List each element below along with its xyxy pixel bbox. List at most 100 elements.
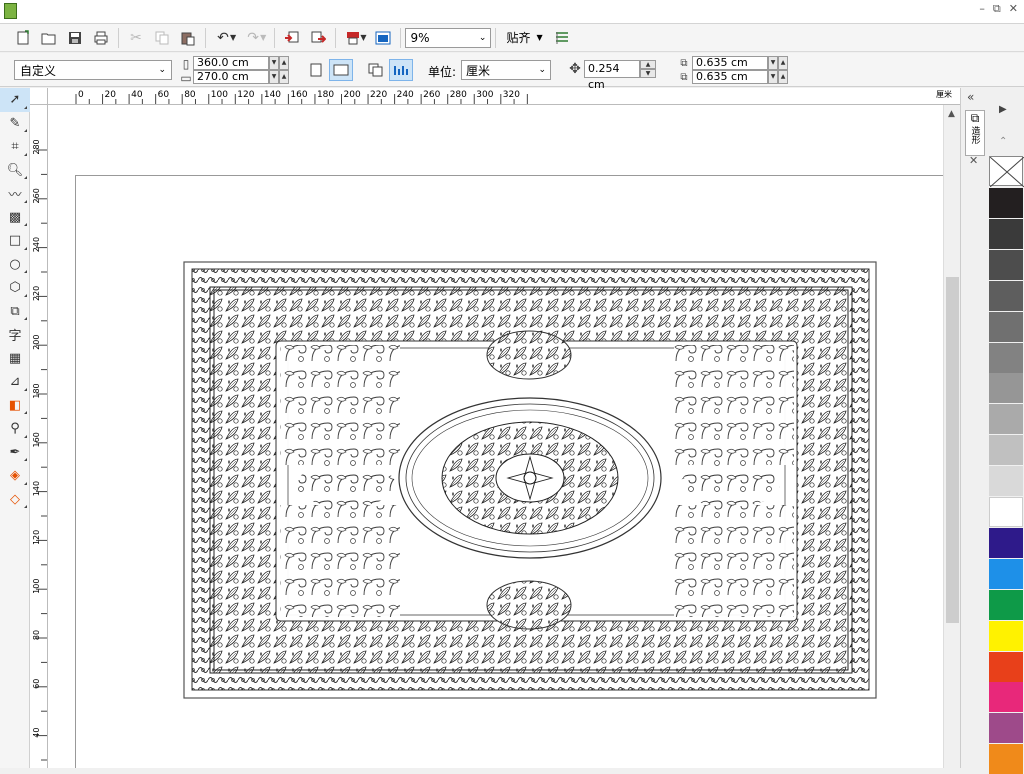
shaping-docker-tab[interactable]: ⧉ 造形 xyxy=(965,110,985,156)
carpet-artwork[interactable] xyxy=(48,105,943,768)
width-spinner-down-icon[interactable]: ▼ xyxy=(269,56,279,70)
color-swatch[interactable] xyxy=(989,466,1023,497)
redo-dropdown-icon[interactable]: ▼ xyxy=(260,33,266,42)
ruler-origin[interactable] xyxy=(30,88,48,105)
shaping-tab-label: 造形 xyxy=(969,126,980,144)
smart-fill-2-tool-icon[interactable]: ◇ xyxy=(0,488,30,512)
dup-x-spinner-up-icon[interactable]: ▲ xyxy=(778,56,788,70)
snap-label: 贴齐 xyxy=(506,31,531,45)
crop-tool-icon[interactable]: ⌗ xyxy=(0,135,30,159)
undo-dropdown-icon[interactable]: ▼ xyxy=(230,33,236,42)
close-docker-icon[interactable]: ✕ xyxy=(969,154,978,167)
dimension-tool-icon[interactable]: ⊿ xyxy=(0,370,30,394)
color-swatch[interactable] xyxy=(989,435,1023,466)
duplicate-x-field[interactable]: 0.635 cm xyxy=(692,56,768,70)
units-select[interactable]: 厘米 ⌄ xyxy=(461,60,551,80)
separator xyxy=(400,27,402,48)
dup-y-spinner-up-icon[interactable]: ▲ xyxy=(778,70,788,84)
export-icon[interactable] xyxy=(305,26,331,50)
vertical-ruler[interactable]: 280 260 240 220 200 180 160 140 120 100 80 60 40 xyxy=(30,105,48,768)
close-button[interactable]: ✕ xyxy=(1009,2,1018,16)
height-spinner-down-icon[interactable]: ▼ xyxy=(269,70,279,84)
color-swatch[interactable] xyxy=(989,404,1023,435)
copy-icon[interactable] xyxy=(149,26,175,50)
nudge-spinner-down-icon[interactable]: ▼ xyxy=(640,69,656,78)
text-tool-icon[interactable]: 字 xyxy=(0,323,30,347)
shape-tool-icon[interactable]: ✎ xyxy=(0,112,30,136)
color-swatch[interactable] xyxy=(989,713,1023,744)
height-spinner-up-icon[interactable]: ▲ xyxy=(279,70,289,84)
restore-button[interactable]: ⧉ xyxy=(993,2,1001,16)
all-pages-button[interactable] xyxy=(364,59,388,81)
zoom-level-select[interactable]: 9% ⌄ xyxy=(405,27,492,48)
drawing-canvas[interactable] xyxy=(48,105,943,768)
open-icon[interactable] xyxy=(36,26,62,50)
outline-pen-tool-icon[interactable]: ✒ xyxy=(0,441,30,465)
scroll-up-icon[interactable]: ▲ xyxy=(948,109,955,119)
interactive-tools-icon[interactable]: ◧ xyxy=(0,394,30,418)
options-icon[interactable] xyxy=(549,26,575,50)
color-swatch[interactable] xyxy=(989,558,1023,589)
ruler-tick-label: 60 xyxy=(32,679,41,689)
collapse-docker-icon[interactable]: « xyxy=(967,90,974,104)
pick-tool-icon[interactable]: ➚ xyxy=(0,88,30,112)
ellipse-tool-icon[interactable]: ○ xyxy=(0,253,30,277)
dup-x-spinner-down-icon[interactable]: ▼ xyxy=(768,56,778,70)
polygon-tool-icon[interactable]: ⬡ xyxy=(0,276,30,300)
nudge-distance-field[interactable]: 0.254 cm xyxy=(584,60,640,91)
color-swatch[interactable] xyxy=(989,342,1023,373)
page-height-field[interactable]: 270.0 cm xyxy=(193,70,269,84)
landscape-button[interactable] xyxy=(329,59,353,81)
color-swatch[interactable] xyxy=(989,311,1023,342)
portrait-button[interactable] xyxy=(304,59,328,81)
print-icon[interactable] xyxy=(88,26,114,50)
scrollbar-thumb[interactable] xyxy=(946,277,959,623)
smart-fill-tool-icon[interactable]: ▩ xyxy=(0,206,30,230)
paste-icon[interactable] xyxy=(175,26,201,50)
color-swatch[interactable] xyxy=(989,280,1023,311)
vertical-scrollbar[interactable]: ▲ xyxy=(943,105,960,768)
standard-toolbar: ✂ ↶ ▼ ↷ ▼ ▼ 9% ⌄ 贴齐 ▼ xyxy=(0,24,1024,52)
nudge-spinner-up-icon[interactable]: ▲ xyxy=(640,60,656,69)
palette-scroll-up-icon[interactable]: ⌃ xyxy=(999,136,1007,147)
width-spinner-up-icon[interactable]: ▲ xyxy=(279,56,289,70)
table-tool-icon[interactable]: ▦ xyxy=(0,347,30,371)
color-swatch[interactable] xyxy=(989,188,1023,218)
color-swatch[interactable] xyxy=(989,218,1023,249)
color-swatch[interactable] xyxy=(989,682,1023,713)
duplicate-y-field[interactable]: 0.635 cm xyxy=(692,70,768,84)
no-color-swatch[interactable] xyxy=(989,156,1024,188)
import-icon[interactable] xyxy=(279,26,305,50)
color-swatch[interactable] xyxy=(989,620,1023,651)
ruler-tick-label: 20 xyxy=(105,90,117,100)
vertical-ruler-ticks: 280 260 240 220 200 180 160 140 120 100 80 60 40 xyxy=(32,139,47,761)
publish-dropdown-icon[interactable]: ▼ xyxy=(360,33,366,42)
rectangle-tool-icon[interactable]: □ xyxy=(0,229,30,253)
color-swatch[interactable] xyxy=(989,527,1023,558)
color-swatch[interactable] xyxy=(989,589,1023,620)
basic-shapes-tool-icon[interactable]: ⧉ xyxy=(0,300,30,324)
color-swatch[interactable] xyxy=(989,651,1023,682)
current-page-button[interactable] xyxy=(389,59,413,81)
fill-tool-icon[interactable]: ◈ xyxy=(0,464,30,488)
app-launcher-icon[interactable] xyxy=(370,26,396,50)
color-swatch[interactable] xyxy=(989,744,1023,774)
cut-icon[interactable]: ✂ xyxy=(123,26,149,50)
palette-scroll-right-icon[interactable]: ▶ xyxy=(999,104,1007,115)
color-swatch[interactable] xyxy=(989,373,1023,404)
dup-y-spinner-down-icon[interactable]: ▼ xyxy=(768,70,778,84)
horizontal-ruler[interactable]: 0 20 40 60 80 100 120 140 160 180 200 220 240 260 280 3… xyxy=(48,88,960,105)
snap-to-button[interactable]: 贴齐 ▼ xyxy=(500,29,548,46)
new-document-icon[interactable] xyxy=(10,26,36,50)
color-swatch[interactable] xyxy=(989,497,1023,527)
save-icon[interactable] xyxy=(62,26,88,50)
color-swatch[interactable] xyxy=(989,249,1023,280)
ruler-tick-label: 100 xyxy=(211,90,228,100)
eyedropper-tool-icon[interactable]: ⚲ xyxy=(0,417,30,441)
portrait-icon xyxy=(310,63,322,77)
page-width-field[interactable]: 360.0 cm xyxy=(193,56,269,70)
page-preset-select[interactable]: 自定义 ⌄ xyxy=(14,60,172,80)
minimize-button[interactable]: – xyxy=(979,2,985,16)
zoom-tool-icon[interactable]: 🔍︎ xyxy=(0,159,30,183)
freehand-tool-icon[interactable]: 〰 xyxy=(0,182,30,206)
